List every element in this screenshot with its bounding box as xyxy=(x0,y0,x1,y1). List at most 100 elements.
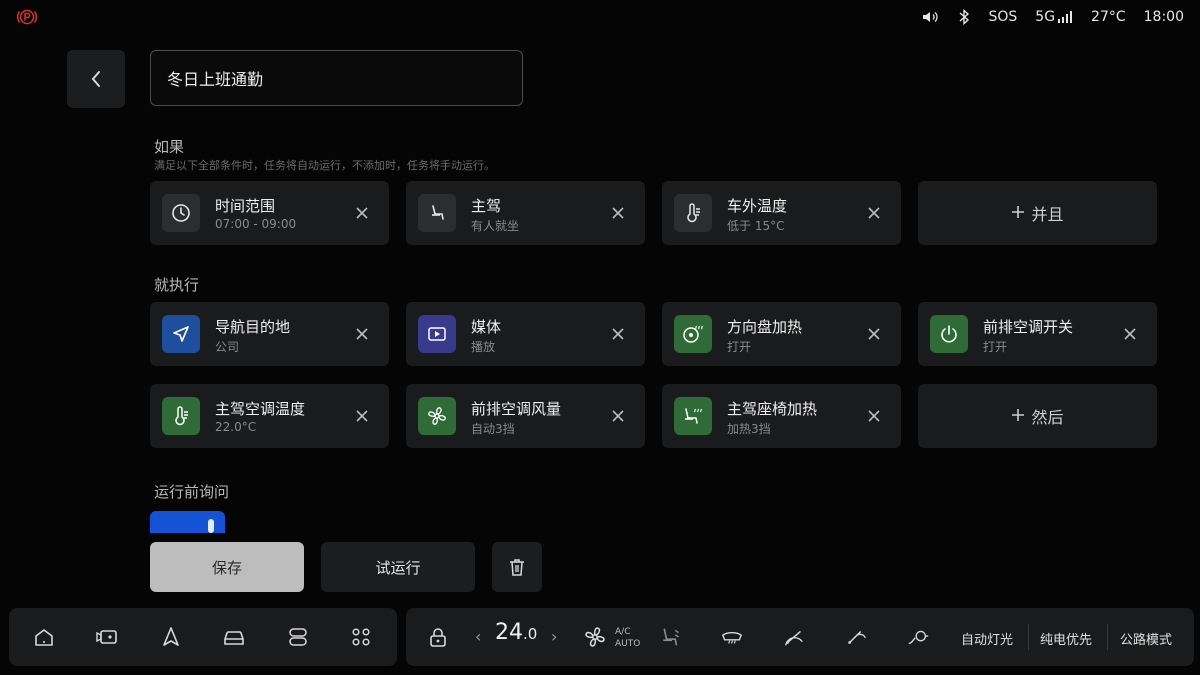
power-icon xyxy=(930,315,968,353)
task-name-input[interactable]: 冬日上班通勤 xyxy=(150,50,523,106)
action-card-driver-ac-temp[interactable]: 主驾空调温度 22.0°C xyxy=(150,384,389,448)
remove-action-button[interactable] xyxy=(609,325,627,343)
car-icon[interactable] xyxy=(222,625,246,649)
volume-icon xyxy=(922,10,940,24)
mirror-icon[interactable] xyxy=(845,625,869,649)
steering-heat-icon xyxy=(674,315,712,353)
condition-card-outside-temp[interactable]: 车外温度 低于 15°C xyxy=(662,181,901,245)
action-card-driver-seat-heat[interactable]: 主驾座椅加热 加热3挡 xyxy=(662,384,901,448)
close-icon xyxy=(612,207,624,219)
action-card-navigation[interactable]: 导航目的地 公司 xyxy=(150,302,389,366)
action-title: 前排空调风量 xyxy=(471,400,562,418)
condition-value: 低于 15°C xyxy=(727,219,785,233)
auto-light-button[interactable]: 自动灯光 xyxy=(961,629,1013,648)
save-button[interactable]: 保存 xyxy=(150,542,304,592)
network-status: 5G xyxy=(1035,9,1073,25)
remove-action-button[interactable] xyxy=(865,407,883,425)
action-title: 主驾座椅加热 xyxy=(727,400,818,418)
close-icon xyxy=(612,410,624,422)
action-card-front-ac-power[interactable]: 前排空调开关 打开 xyxy=(918,302,1157,366)
actions-title: 就执行 xyxy=(154,276,200,294)
navigation-icon[interactable] xyxy=(159,625,183,649)
navigation-icon xyxy=(162,315,200,353)
fan-icon xyxy=(418,397,456,435)
home-icon[interactable] xyxy=(32,625,56,649)
remove-condition-button[interactable] xyxy=(865,204,883,222)
bluetooth-icon xyxy=(958,9,970,25)
dock-divider xyxy=(1028,624,1029,650)
add-action-label: 然后 xyxy=(1031,408,1064,427)
plus-icon xyxy=(1011,407,1025,426)
action-title: 主驾空调温度 xyxy=(215,400,306,418)
delete-button[interactable] xyxy=(492,542,542,592)
close-icon xyxy=(868,410,880,422)
condition-card-driver[interactable]: 主驾 有人就坐 xyxy=(406,181,645,245)
action-value: 加热3挡 xyxy=(727,422,771,436)
remove-action-button[interactable] xyxy=(353,325,371,343)
sos-label: SOS xyxy=(988,9,1018,25)
ac-label-line1: A/C xyxy=(615,627,631,637)
close-icon xyxy=(868,207,880,219)
action-value: 22.0°C xyxy=(215,420,257,434)
ask-before-run-toggle[interactable] xyxy=(150,511,225,533)
ask-before-run-title: 运行前询问 xyxy=(154,483,230,501)
remove-action-button[interactable] xyxy=(609,407,627,425)
try-run-button[interactable]: 试运行 xyxy=(321,542,475,592)
action-value: 打开 xyxy=(727,340,752,354)
road-mode-button[interactable]: 公路模式 xyxy=(1120,629,1172,648)
close-icon xyxy=(612,328,624,340)
close-icon xyxy=(356,207,368,219)
add-condition-button[interactable]: 并且 xyxy=(918,181,1157,245)
app-dock xyxy=(9,608,397,666)
condition-title: 车外温度 xyxy=(727,197,788,215)
media-play-icon xyxy=(418,315,456,353)
chevron-left-icon xyxy=(91,71,100,87)
action-card-steering-heat[interactable]: 方向盘加热 打开 xyxy=(662,302,901,366)
apps-grid-icon[interactable] xyxy=(349,625,373,649)
condition-value: 07:00 - 09:00 xyxy=(215,217,297,231)
remove-action-button[interactable] xyxy=(865,325,883,343)
action-value: 自动3挡 xyxy=(471,422,515,436)
back-button[interactable] xyxy=(67,50,125,108)
add-condition-label: 并且 xyxy=(1031,205,1064,224)
action-title: 导航目的地 xyxy=(215,318,291,336)
ac-auto-label[interactable]: A/C AUTO xyxy=(615,626,640,650)
condition-value: 有人就坐 xyxy=(471,219,520,233)
remove-action-button[interactable] xyxy=(353,407,371,425)
close-icon xyxy=(356,328,368,340)
dock-divider xyxy=(1107,624,1108,650)
remove-condition-button[interactable] xyxy=(353,204,371,222)
climate-temperature[interactable]: 24 .0 xyxy=(495,620,537,645)
condition-title: 主驾 xyxy=(471,197,502,215)
toggle-settings-icon[interactable] xyxy=(286,625,310,649)
fan-icon[interactable] xyxy=(583,625,607,649)
front-defrost-icon[interactable] xyxy=(720,625,744,649)
seat-ventilation-icon[interactable] xyxy=(660,625,684,649)
thermometer-icon xyxy=(162,397,200,435)
charging-port-icon[interactable] xyxy=(906,625,930,649)
toggle-knob xyxy=(208,519,214,533)
close-icon xyxy=(868,328,880,340)
remove-action-button[interactable] xyxy=(1121,325,1139,343)
camera-icon[interactable] xyxy=(95,625,119,649)
signal-icon xyxy=(1058,11,1073,23)
temp-up-button[interactable]: › xyxy=(551,627,557,646)
add-action-button[interactable]: 然后 xyxy=(918,384,1157,448)
status-bar: SOS 5G 27°C 18:00 xyxy=(0,0,1200,34)
clock-icon xyxy=(162,194,200,232)
clock-time: 18:00 xyxy=(1143,9,1184,25)
lock-icon[interactable] xyxy=(426,625,450,649)
temp-down-button[interactable]: ‹ xyxy=(475,627,481,646)
parking-brake-icon xyxy=(16,8,38,26)
action-title: 前排空调开关 xyxy=(983,318,1074,336)
ev-priority-button[interactable]: 纯电优先 xyxy=(1040,629,1092,648)
condition-card-time[interactable]: 时间范围 07:00 - 09:00 xyxy=(150,181,389,245)
action-card-media[interactable]: 媒体 播放 xyxy=(406,302,645,366)
temp-decimal: .0 xyxy=(523,625,538,643)
wiper-icon[interactable] xyxy=(782,625,806,649)
ac-label-line2: AUTO xyxy=(615,639,641,649)
close-icon xyxy=(356,410,368,422)
remove-condition-button[interactable] xyxy=(609,204,627,222)
action-value: 打开 xyxy=(983,340,1008,354)
action-card-front-ac-fan[interactable]: 前排空调风量 自动3挡 xyxy=(406,384,645,448)
